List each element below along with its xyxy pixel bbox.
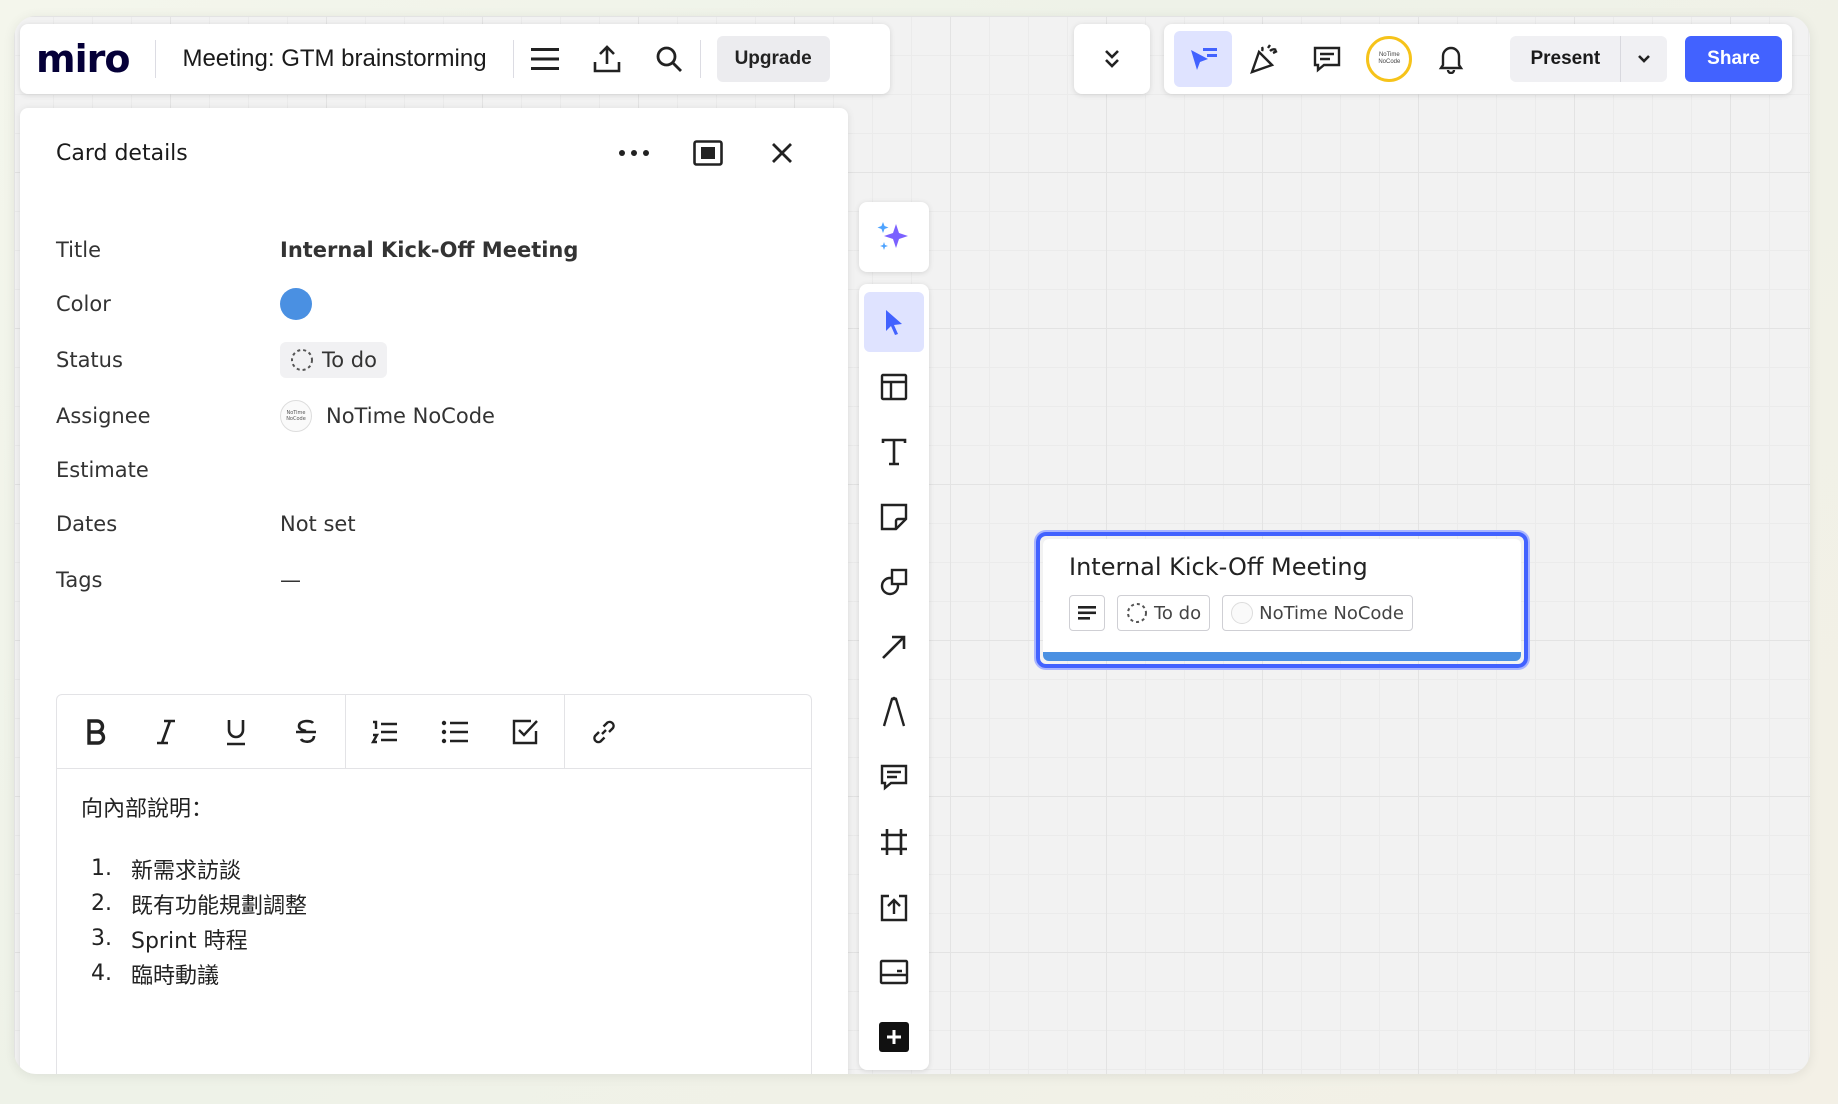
embed-card-icon[interactable]	[864, 942, 924, 1002]
upload-icon[interactable]	[864, 877, 924, 937]
tags-value[interactable]: —	[280, 568, 301, 592]
checklist-icon[interactable]	[490, 702, 560, 762]
field-label: Status	[56, 348, 123, 372]
user-avatar[interactable]: NoTime NoCode	[1360, 31, 1418, 87]
text-format-group	[57, 694, 346, 769]
status-pill[interactable]: To do	[280, 342, 387, 378]
dates-value[interactable]: Not set	[280, 512, 356, 536]
shapes-icon[interactable]	[864, 552, 924, 612]
collapse-toolbar	[1074, 24, 1150, 94]
search-icon[interactable]	[638, 28, 700, 90]
export-icon[interactable]	[576, 28, 638, 90]
link-group	[565, 695, 643, 769]
present-control: Present	[1510, 36, 1668, 82]
card-status-chip[interactable]: To do	[1117, 595, 1211, 631]
field-label: Estimate	[56, 458, 149, 482]
assignee-value[interactable]: NoTime NoCode NoTime NoCode	[280, 400, 495, 432]
miro-logo[interactable]: miro	[36, 37, 155, 81]
collaboration-toolbar: NoTime NoCode Present Share	[1164, 24, 1792, 94]
creation-toolbar	[859, 284, 929, 1070]
field-label: Color	[56, 292, 111, 316]
pen-icon[interactable]	[864, 682, 924, 742]
assignee-avatar	[1231, 602, 1254, 624]
assignee-avatar: NoTime NoCode	[280, 400, 312, 432]
card-body: Internal Kick-Off Meeting To do NoTime N…	[1043, 539, 1521, 661]
description-editor: 向內部說明： 1. 新需求訪談 2. 既有功能規劃調整 3. Sprint 時程 4.…	[56, 694, 812, 1074]
notifications-bell-icon[interactable]	[1422, 31, 1480, 87]
description-icon[interactable]	[1069, 595, 1105, 631]
field-label: Title	[56, 238, 102, 262]
status-todo-icon	[1127, 603, 1147, 623]
assignee-name: NoTime NoCode	[326, 404, 495, 428]
close-icon[interactable]	[752, 128, 812, 178]
menu-icon[interactable]	[514, 28, 576, 90]
field-estimate: Estimate	[56, 450, 280, 490]
field-label: Dates	[56, 512, 118, 536]
sparkles-icon	[877, 222, 908, 250]
strikethrough-icon[interactable]	[271, 702, 341, 762]
italic-icon[interactable]	[131, 702, 201, 762]
select-follow-icon[interactable]	[1174, 31, 1233, 87]
status-todo-icon	[291, 349, 313, 371]
field-label: Tags	[56, 568, 103, 592]
field-dates: Dates Not set	[56, 504, 356, 544]
board-canvas[interactable]: miro Meeting: GTM brainstorming Upgrade	[14, 16, 1810, 1074]
expand-panel-icon[interactable]	[678, 128, 738, 178]
agenda-list: 1. 新需求訪談 2. 既有功能規劃調整 3. Sprint 時程 4. 臨時動議	[81, 851, 787, 991]
frame-icon[interactable]	[864, 812, 924, 872]
field-tags: Tags —	[56, 560, 301, 600]
templates-icon[interactable]	[864, 357, 924, 417]
comment-tool-icon[interactable]	[864, 747, 924, 807]
card-assignee-chip[interactable]: NoTime NoCode	[1222, 595, 1413, 631]
sticky-note-icon[interactable]	[864, 487, 924, 547]
field-title: Title Internal Kick-Off Meeting	[56, 230, 578, 270]
top-left-toolbar: miro Meeting: GTM brainstorming Upgrade	[20, 24, 890, 94]
bullet-list-icon[interactable]	[420, 702, 490, 762]
panel-title: Card details	[56, 140, 188, 166]
comments-icon[interactable]	[1298, 31, 1356, 87]
more-tools-plus-icon[interactable]	[864, 1007, 924, 1067]
connection-line-icon[interactable]	[864, 617, 924, 677]
underline-icon[interactable]	[201, 702, 271, 762]
upgrade-button[interactable]: Upgrade	[716, 36, 830, 82]
list-item: 1. 新需求訪談	[91, 856, 242, 884]
kanban-card[interactable]: Internal Kick-Off Meeting To do NoTime N…	[1036, 532, 1528, 668]
numbered-list-icon[interactable]	[350, 702, 420, 762]
card-meta: To do NoTime NoCode	[1069, 595, 1495, 631]
bold-icon[interactable]	[61, 702, 131, 762]
list-item: 4. 臨時動議	[91, 961, 220, 989]
list-format-group	[346, 694, 565, 769]
text-tool-icon[interactable]	[864, 422, 924, 482]
list-item: 2. 既有功能規劃調整	[91, 891, 308, 919]
link-icon[interactable]	[569, 702, 639, 762]
card-status-text: To do	[1154, 602, 1202, 624]
double-chevron-down-icon[interactable]	[1081, 28, 1143, 90]
card-assignee-text: NoTime NoCode	[1259, 602, 1404, 624]
title-value[interactable]: Internal Kick-Off Meeting	[280, 238, 578, 262]
field-label: Assignee	[56, 404, 151, 428]
ai-assist-button[interactable]	[859, 202, 929, 272]
select-tool-icon[interactable]	[864, 292, 924, 352]
editor-content[interactable]: 向內部說明： 1. 新需求訪談 2. 既有功能規劃調整 3. Sprint 時程 4.…	[57, 769, 811, 1013]
celebrate-icon[interactable]	[1236, 31, 1294, 87]
color-swatch[interactable]	[280, 288, 312, 320]
share-button[interactable]: Share	[1685, 36, 1782, 82]
panel-header: Card details	[20, 108, 848, 198]
list-item: 3. Sprint 時程	[91, 926, 248, 954]
board-title[interactable]: Meeting: GTM brainstorming	[156, 45, 512, 73]
field-assignee: Assignee NoTime NoCode NoTime NoCode	[56, 396, 495, 436]
editor-toolbar	[57, 694, 811, 769]
more-options-icon[interactable]	[604, 128, 664, 178]
field-status: Status To do	[56, 340, 387, 380]
card-details-panel: Card details Title Internal Kick-Off Mee…	[20, 108, 848, 1074]
divider	[699, 40, 701, 78]
card-title: Internal Kick-Off Meeting	[1069, 553, 1368, 581]
field-color: Color	[56, 284, 312, 324]
present-button[interactable]: Present	[1510, 36, 1622, 82]
present-dropdown-chevron-icon[interactable]	[1621, 54, 1667, 64]
status-text: To do	[322, 348, 377, 372]
editor-intro: 向內部說明：	[81, 797, 214, 822]
